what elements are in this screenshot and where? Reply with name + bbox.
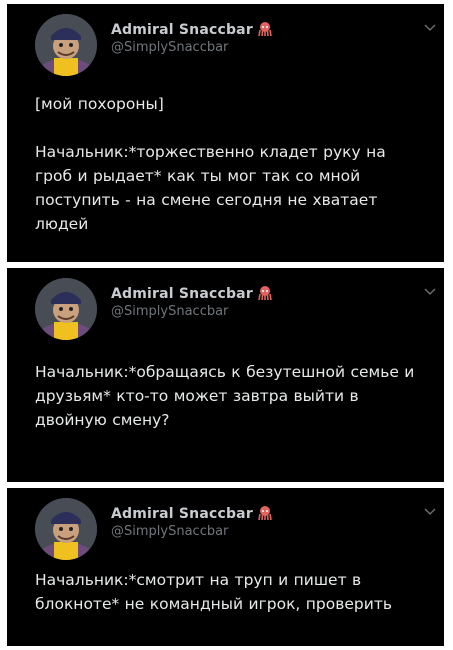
tweet-text: Начальник:*обращаясь к безутешной семье …: [35, 363, 420, 429]
octopus-icon: [257, 21, 273, 37]
chevron-down-icon[interactable]: [424, 288, 436, 296]
author-handle[interactable]: @SimplySnaccbar: [111, 304, 228, 319]
tweet-text: Начальник:*смотрит на труп и пишет в бло…: [35, 571, 392, 613]
chevron-down-icon[interactable]: [424, 24, 436, 32]
author-display-name[interactable]: Admiral Snaccbar: [111, 285, 273, 302]
octopus-icon: [257, 505, 273, 521]
tweet-card: Admiral Snaccbar @SimplySnaccbar [мой по…: [7, 4, 444, 262]
author-name-text: Admiral Snaccbar: [111, 22, 253, 38]
author-name-text: Admiral Snaccbar: [111, 506, 253, 522]
chevron-down-icon[interactable]: [424, 508, 436, 516]
avatar[interactable]: [35, 498, 97, 560]
tweet-text: [мой похороны] Начальник:*торжественно к…: [35, 95, 386, 233]
author-handle[interactable]: @SimplySnaccbar: [111, 524, 228, 539]
avatar[interactable]: [35, 14, 97, 76]
tweet-card: Admiral Snaccbar @SimplySnaccbar Начальн…: [7, 488, 444, 646]
author-handle[interactable]: @SimplySnaccbar: [111, 40, 228, 55]
avatar[interactable]: [35, 278, 97, 340]
author-display-name[interactable]: Admiral Snaccbar: [111, 505, 273, 522]
author-name-text: Admiral Snaccbar: [111, 286, 253, 302]
octopus-icon: [257, 285, 273, 301]
tweet-card: Admiral Snaccbar @SimplySnaccbar Начальн…: [7, 268, 444, 482]
author-display-name[interactable]: Admiral Snaccbar: [111, 21, 273, 38]
